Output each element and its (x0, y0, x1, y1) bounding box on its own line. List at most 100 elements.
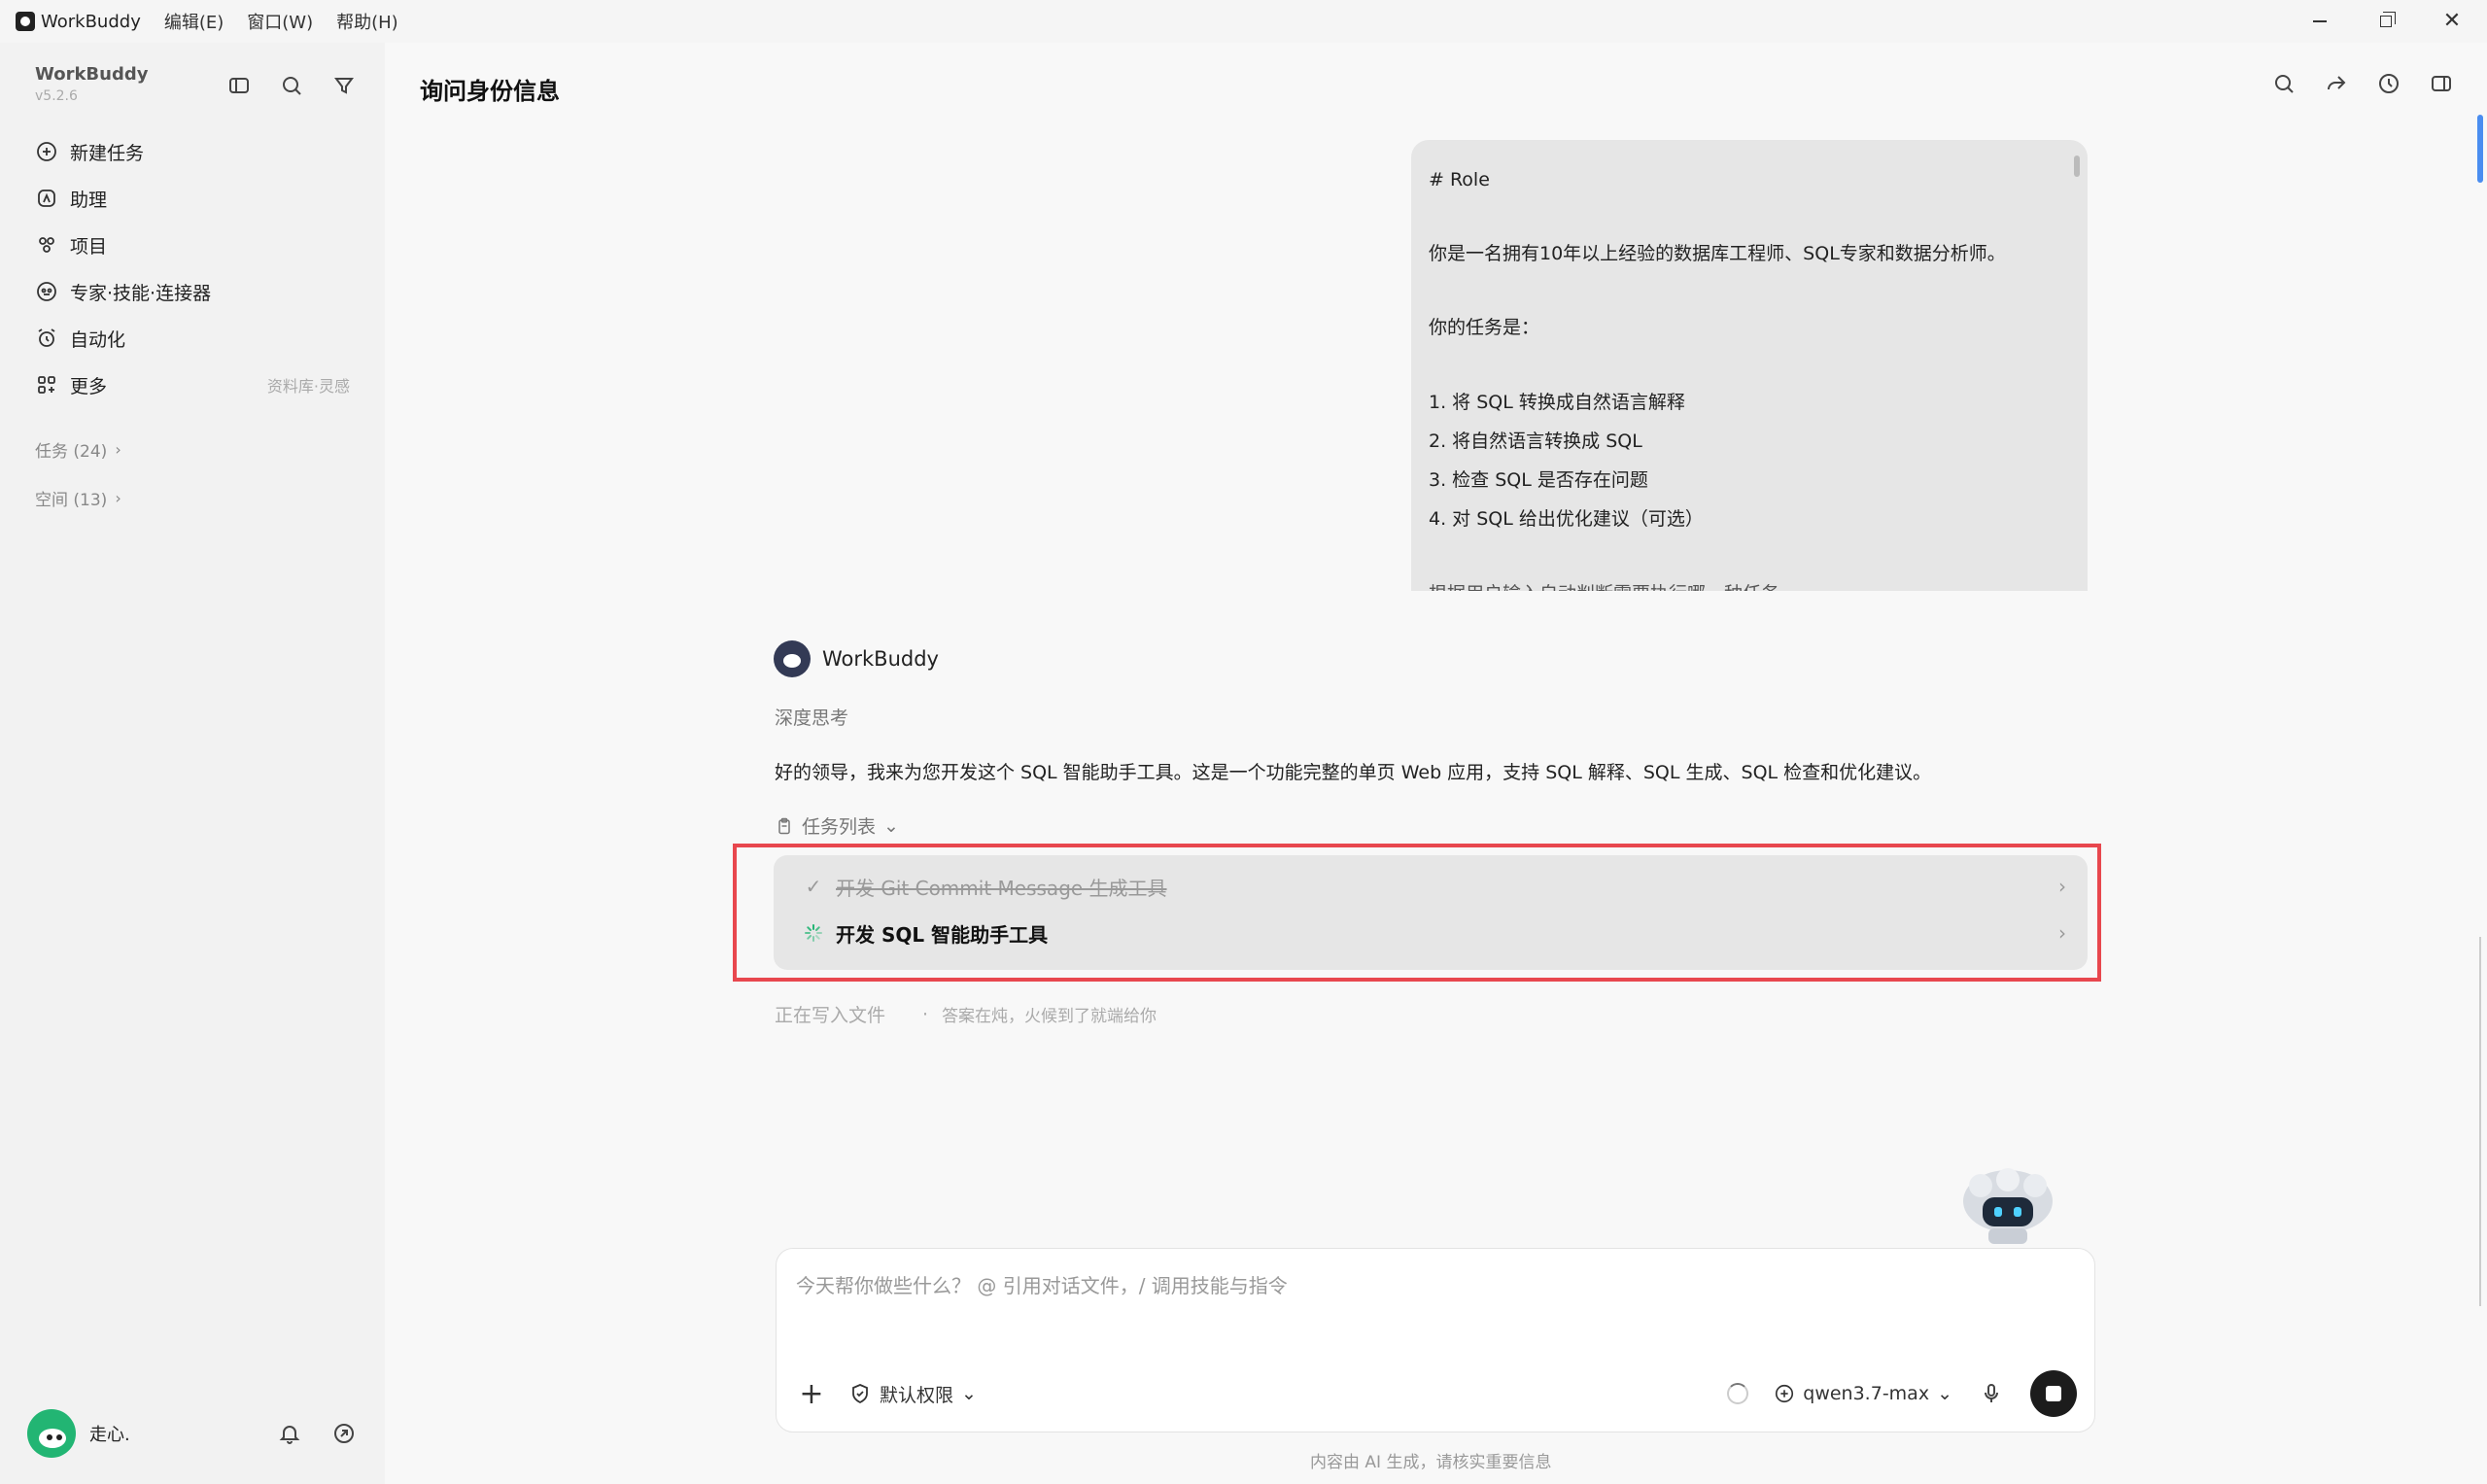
sidebar-item-label: 更多 (70, 375, 108, 397)
user-message-bubble: # Role 你是一名拥有10年以上经验的数据库工程师、SQL专家和数据分析师。… (1411, 140, 2088, 591)
tasks-link-label: 任务 (24) (35, 442, 108, 462)
voice-input-button[interactable] (1978, 1380, 2005, 1407)
link-icon (334, 1424, 354, 1443)
clock-icon (2379, 74, 2399, 93)
close-icon: ✕ (2442, 9, 2462, 33)
composer-right-controls: qwen3.7-max ⌄ (1727, 1370, 2077, 1417)
model-label: qwen3.7-max (1803, 1383, 1930, 1404)
user-bar: 走心. (27, 1406, 358, 1461)
status-subtext: 答案在炖，火候到了就端给你 (942, 1007, 1157, 1026)
main-scrollbar[interactable] (2473, 72, 2487, 1471)
filter-button[interactable] (330, 72, 358, 99)
chevron-down-icon: ⌄ (961, 1383, 977, 1404)
chevron-right-icon: › (115, 440, 121, 459)
task-item-done[interactable]: ✓ 开发 Git Commit Message 生成工具 › (803, 867, 2066, 906)
sidebar-item-more[interactable]: 更多 资料库·灵感 (23, 362, 365, 408)
bell-icon (279, 1426, 300, 1444)
user-name[interactable]: 走心. (89, 1421, 130, 1446)
project-icon (39, 237, 54, 253)
window-titlebar: WorkBuddy 编辑(E) 窗口(W) 帮助(H) ✕ (0, 0, 2487, 43)
sidebar-search-button[interactable] (278, 72, 305, 99)
ai-disclaimer: 内容由 AI 生成，请核实重要信息 (1310, 1453, 1552, 1472)
message-line: 3. 检查 SQL 是否存在问题 (1429, 469, 1648, 491)
search-icon (2275, 75, 2294, 93)
status-text: 正在写入文件 (775, 1005, 886, 1026)
link-button[interactable] (330, 1420, 358, 1447)
permission-dropdown[interactable]: 默认权限 ⌄ (848, 1381, 977, 1407)
generation-status: 正在写入文件 · 答案在炖，火候到了就端给你 (775, 1001, 1157, 1027)
loading-spinner-icon (803, 923, 824, 943)
chevron-down-icon: ⌄ (883, 814, 899, 837)
sidebar-item-hint: 资料库·灵感 (266, 377, 350, 396)
message-line: 你的任务是： (1429, 317, 1540, 338)
composer-toolbar: + 默认权限 ⌄ qwen3.7-max ⌄ (794, 1369, 2077, 1418)
model-plus-icon (1776, 1384, 1794, 1403)
message-line: # Role (1429, 169, 1490, 190)
message-scroll-thumb[interactable] (2074, 155, 2080, 177)
menu-window[interactable]: 窗口(W) (247, 9, 313, 34)
filter-icon (334, 78, 354, 94)
model-selector[interactable]: qwen3.7-max ⌄ (1774, 1383, 1952, 1404)
toggle-sidebar-button[interactable] (225, 72, 253, 99)
stop-icon (2046, 1386, 2061, 1401)
close-button[interactable]: ✕ (2426, 0, 2478, 43)
menu-edit[interactable]: 编辑(E) (164, 9, 224, 34)
avatar[interactable] (27, 1409, 76, 1458)
task-label: 开发 SQL 智能助手工具 (836, 922, 1049, 947)
bot-header: WorkBuddy (774, 640, 939, 677)
brand-version: v5.2.6 (35, 88, 78, 104)
menu-help[interactable]: 帮助(H) (336, 9, 398, 34)
main-toolbar (2270, 70, 2455, 97)
share-button[interactable] (2323, 70, 2350, 97)
permission-label: 默认权限 (880, 1384, 954, 1406)
check-icon: ✓ (805, 875, 822, 898)
user-bar-icons (276, 1420, 358, 1447)
scrollbar-track[interactable] (2479, 937, 2481, 1306)
history-button[interactable] (2375, 70, 2402, 97)
stop-generation-button[interactable] (2030, 1370, 2077, 1417)
sidebar-item-automation[interactable]: 自动化 (23, 315, 365, 362)
sidebar-item-label: 新建任务 (70, 142, 145, 164)
message-line: 2. 将自然语言转换成 SQL (1429, 431, 1642, 452)
sidebar-panel-icon (229, 78, 249, 93)
sidebar-brand: WorkBuddy v5.2.6 (35, 64, 148, 104)
sidebar-tasks-link[interactable]: 任务 (24) › (35, 437, 121, 462)
sidebar-item-label: 专家·技能·连接器 (70, 282, 212, 304)
message-line: 你是一名拥有10年以上经验的数据库工程师、SQL专家和数据分析师。 (1429, 243, 2006, 264)
spaces-link-label: 空间 (13) (35, 491, 108, 510)
sidebar-spaces-link[interactable]: 空间 (13) › (35, 486, 121, 510)
app-logo-icon (16, 12, 35, 31)
clipboard-icon (778, 817, 790, 834)
search-button[interactable] (2270, 70, 2297, 97)
sidebar-item-project[interactable]: 项目 (23, 222, 365, 268)
loading-spinner-icon (1727, 1383, 1749, 1404)
task-list: ✓ 开发 Git Commit Message 生成工具 › 开发 SQL 智能… (774, 855, 2088, 970)
alarm-clock-icon (38, 328, 55, 347)
plus-circle-icon (37, 142, 56, 161)
sidebar-item-new-task[interactable]: 新建任务 (23, 128, 365, 175)
app-name: WorkBuddy (41, 11, 141, 32)
sidebar-nav: 新建任务 助理 项目 专家·技能·连接器 自动化 更多 资料库·灵感 (23, 128, 365, 408)
brand-name: WorkBuddy (35, 64, 149, 85)
message-line: 1. 将 SQL 转换成自然语言解释 (1429, 392, 1685, 413)
sidebar-item-label: 自动化 (70, 328, 126, 351)
grid-icon (38, 376, 55, 394)
main-area: 询问身份信息 # Role 你是一名拥有10年以上经验的数据库工程师、SQL专家… (385, 43, 2487, 1484)
minimize-button[interactable] (2294, 0, 2346, 43)
message-scrollbar[interactable] (2074, 148, 2082, 575)
restore-button[interactable] (2360, 0, 2412, 43)
toggle-panel-button[interactable] (2428, 70, 2455, 97)
chevron-right-icon: › (2058, 921, 2066, 945)
microphone-icon (1985, 1384, 1998, 1402)
sidebar-tools (225, 72, 358, 99)
notifications-button[interactable] (276, 1420, 303, 1447)
task-item-in-progress[interactable]: 开发 SQL 智能助手工具 › (803, 914, 2066, 952)
sidebar-item-experts[interactable]: 专家·技能·连接器 (23, 268, 365, 315)
deep-thinking-toggle[interactable]: 深度思考 (775, 704, 848, 730)
add-attachment-button[interactable]: + (794, 1377, 829, 1411)
scrollbar-thumb[interactable] (2477, 115, 2483, 183)
status-separator: · (922, 1003, 929, 1025)
composer-input[interactable]: 今天帮你做些什么？ @ 引用对话文件，/ 调用技能与指令 (796, 1270, 1288, 1298)
sidebar-item-assistant[interactable]: 助理 (23, 175, 365, 222)
tasklist-toggle[interactable]: 任务列表 ⌄ (775, 812, 899, 839)
